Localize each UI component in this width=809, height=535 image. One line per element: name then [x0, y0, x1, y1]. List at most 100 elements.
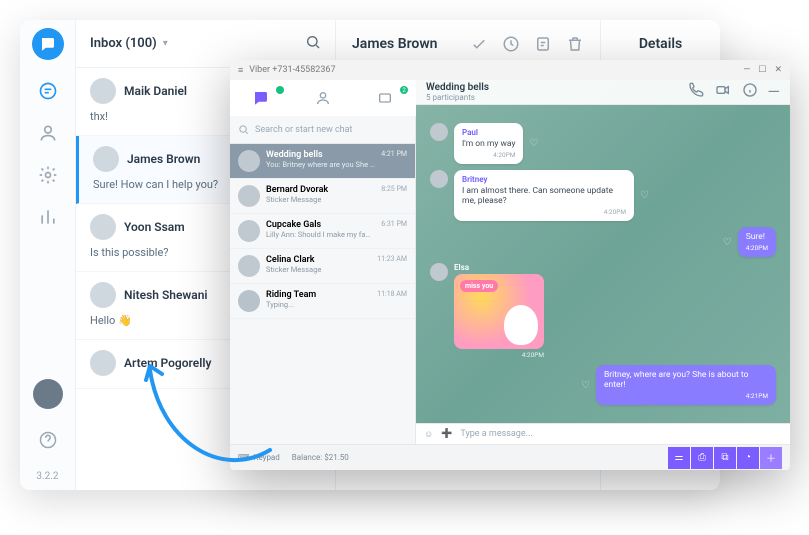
message-time: 4:20PM [746, 244, 768, 252]
inbox-title[interactable]: Inbox (100) [90, 36, 157, 51]
chevron-down-icon[interactable]: ▾ [163, 38, 168, 49]
help-icon[interactable] [37, 429, 59, 451]
keypad-icon[interactable]: ⌨ [238, 453, 250, 462]
sticker[interactable]: miss you [454, 274, 544, 349]
message-sender: Elsa [454, 263, 544, 272]
viber-window: ≡ Viber +731-45582367 —☐✕ 2 Search or st… [230, 60, 790, 470]
chat-preview: Typing... [266, 300, 371, 309]
heart-icon[interactable]: ♡ [723, 237, 732, 248]
contacts-icon[interactable] [37, 122, 59, 144]
balance-label: Balance: [292, 453, 322, 462]
user-avatar[interactable] [33, 379, 63, 409]
chat-item[interactable]: Riding TeamTyping... 11:18 AM [230, 284, 415, 319]
message-body: I am almost there. Can someone update me… [462, 186, 626, 206]
keypad-label[interactable]: Keypad [254, 453, 280, 462]
tab-public[interactable]: 2 [354, 80, 416, 116]
chat-name: Wedding bells [266, 150, 375, 160]
message: ♡ Sure! 4:20PM [430, 227, 776, 257]
bottom-bar: ⌨ Keypad Balance: $21.50 ⚌ ⎙ ⧉ ◔ ＋ [230, 444, 790, 470]
avatar [238, 220, 260, 242]
icon-rail: 3.2.2 [20, 20, 76, 490]
app-logo[interactable] [32, 28, 64, 60]
call-icon[interactable] [688, 82, 704, 102]
chat-item[interactable]: Celina ClarkSticker Message11:23 AM [230, 249, 415, 284]
viber-tabs: 2 [230, 80, 416, 116]
version-label: 3.2.2 [36, 471, 58, 490]
input-placeholder: Type a message... [460, 429, 782, 439]
avatar [90, 282, 116, 308]
chat-preview: Lilly Ann: Should I make my famous red v… [266, 230, 375, 239]
maximize-icon[interactable]: ☐ [758, 65, 766, 75]
attach-icon[interactable]: ➕ [441, 429, 452, 439]
avatar [430, 170, 448, 188]
menu-icon[interactable]: ≡ [238, 65, 243, 76]
search-icon[interactable] [305, 34, 321, 54]
stats-icon[interactable] [37, 206, 59, 228]
message: PaulI'm on my way4:20PM♡ [430, 123, 776, 164]
assign-icon[interactable] [534, 35, 552, 53]
search-input[interactable]: Search or start new chat [230, 116, 415, 144]
video-icon[interactable] [714, 82, 732, 102]
contact-name: James Brown [352, 36, 456, 52]
tray-item[interactable]: ⧉ [714, 447, 736, 469]
chat-time: 8:25 PM [381, 185, 407, 207]
titlebar[interactable]: ≡ Viber +731-45582367 —☐✕ [230, 60, 790, 80]
chat-time: 11:23 AM [377, 255, 407, 277]
message-time: 4:20PM [462, 151, 515, 159]
tray-add[interactable]: ＋ [760, 447, 782, 469]
heart-icon[interactable]: ♡ [529, 138, 538, 149]
message-sender: Britney [462, 175, 626, 184]
check-icon[interactable] [470, 35, 488, 53]
sticker-text: miss you [460, 280, 498, 292]
tray-item[interactable]: ◔ [737, 447, 759, 469]
message-time: 4:21PM [604, 392, 768, 400]
avatar [238, 150, 260, 172]
info-icon[interactable] [742, 82, 758, 102]
chat-name: Bernard Dvorak [266, 185, 375, 195]
message-input[interactable]: ☺ ➕ Type a message... [416, 423, 790, 444]
chat-item[interactable]: Wedding bellsYou: Britney where are you … [230, 144, 415, 179]
chat-time: 4:21 PM [381, 150, 407, 172]
message-body: Britney, where are you? She is about to … [604, 370, 768, 390]
search-placeholder: Search or start new chat [255, 125, 352, 135]
trash-icon[interactable] [566, 35, 584, 53]
tray-item[interactable]: ⎙ [691, 447, 713, 469]
avatar [238, 255, 260, 277]
chat-subtitle: 5 participants [426, 93, 489, 102]
close-icon[interactable]: ✕ [774, 65, 782, 75]
chat-name: Cupcake Gals [266, 220, 375, 230]
message: ♡ Britney, where are you? She is about to… [430, 365, 776, 405]
chat-preview: Sticker Message [266, 195, 375, 204]
heart-icon[interactable]: ♡ [640, 190, 649, 201]
tab-chats[interactable] [230, 80, 292, 116]
details-label[interactable]: Details [639, 36, 682, 52]
chat-preview: Sticker Message [266, 265, 371, 274]
message-time: 4:20PM [454, 351, 544, 359]
chat-header: Wedding bells 5 participants — [416, 80, 790, 105]
emoji-icon[interactable]: ☺ [424, 429, 433, 440]
clock-icon[interactable] [502, 35, 520, 53]
message-time: 4:20PM [462, 208, 626, 216]
chat-item[interactable]: Cupcake GalsLilly Ann: Should I make my … [230, 214, 415, 249]
minimize-icon[interactable]: — [743, 65, 750, 75]
avatar [90, 350, 116, 376]
tray-item[interactable]: ⚌ [668, 447, 690, 469]
chat-name: Riding Team [266, 290, 371, 300]
settings-icon[interactable] [37, 164, 59, 186]
heart-icon[interactable]: ♡ [581, 380, 590, 391]
chat-item[interactable]: Bernard DvorakSticker Message 8:25 PM [230, 179, 415, 214]
tab-contacts[interactable] [292, 80, 354, 116]
minimize-icon[interactable]: — [768, 82, 781, 102]
avatar [238, 290, 260, 312]
message-body: I'm on my way [462, 139, 515, 149]
avatar [90, 78, 116, 104]
messages-icon[interactable] [37, 80, 59, 102]
message: Britney I am almost there. Can someone up… [430, 170, 776, 221]
message-stream: PaulI'm on my way4:20PM♡ BritneyI am alm… [416, 105, 790, 423]
message: Elsa miss you 4:20PM [430, 263, 776, 359]
avatar [93, 146, 119, 172]
chat-main: Wedding bells 5 participants — PaulI'm o… [416, 80, 790, 444]
chat-preview: You: Britney where are you She is about … [266, 160, 375, 169]
message-body: Sure! [746, 232, 768, 242]
chat-time: 11:18 AM [377, 290, 407, 312]
